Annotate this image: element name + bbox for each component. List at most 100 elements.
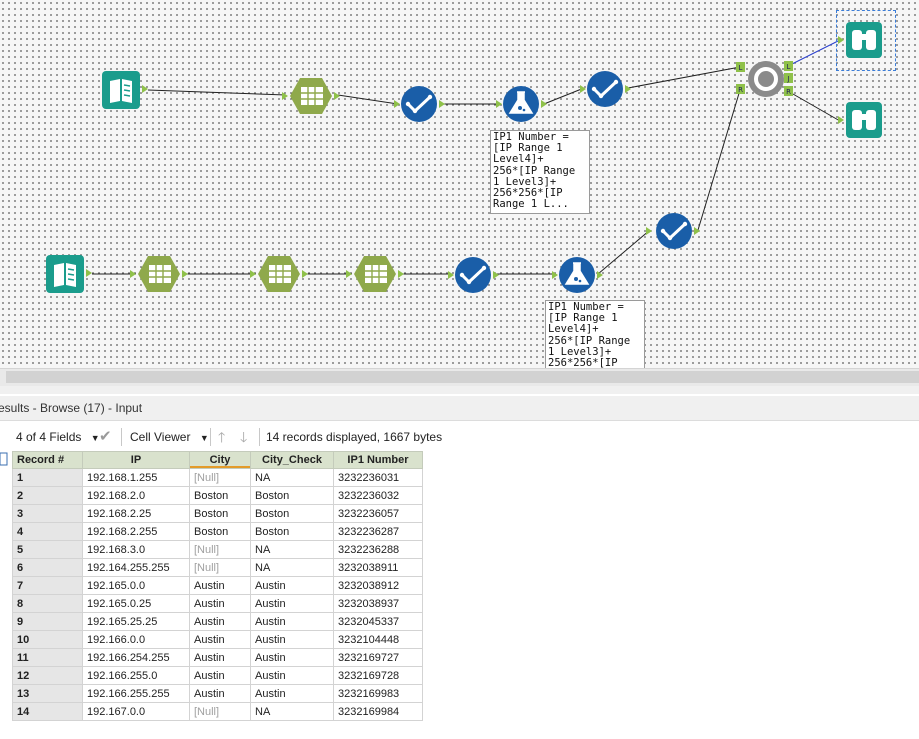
cell-ip[interactable]: 192.164.255.255 (82, 558, 190, 577)
cell-ip[interactable]: 192.166.254.255 (82, 648, 190, 667)
cell-ip[interactable]: 192.168.2.0 (82, 486, 190, 505)
cell-ip1-number[interactable]: 3232169727 (333, 648, 423, 667)
panel-divider[interactable] (0, 386, 919, 394)
cell-record[interactable]: 13 (12, 684, 83, 703)
column-header-ip[interactable]: IP (82, 451, 190, 469)
cell-city-check[interactable]: NA (250, 558, 334, 577)
table-row[interactable]: 8 192.165.0.25 Austin Austin 3232038937 (12, 594, 423, 613)
cell-ip1-number[interactable]: 3232038911 (333, 558, 423, 577)
canvas-horizontal-scrollbar[interactable] (0, 368, 919, 386)
cell-city[interactable]: [Null] (189, 702, 251, 721)
fields-selector[interactable]: 4 of 4 Fields ▼ (16, 428, 100, 446)
arrow-down-icon[interactable]: 🡓 (240, 428, 247, 446)
cell-ip[interactable]: 192.166.255.255 (82, 684, 190, 703)
table-row[interactable]: 1 192.168.1.255 [Null] NA 3232236031 (12, 468, 423, 487)
cell-city-check[interactable]: Austin (250, 648, 334, 667)
apply-check-icon[interactable]: ✔ (99, 428, 112, 446)
table-row[interactable]: 10 192.166.0.0 Austin Austin 3232104448 (12, 630, 423, 649)
cell-ip1-number[interactable]: 3232169728 (333, 666, 423, 685)
arrow-up-icon[interactable]: 🡑 (218, 428, 225, 446)
cell-city[interactable]: Boston (189, 522, 251, 541)
cell-city-check[interactable]: Austin (250, 576, 334, 595)
table-row[interactable]: 13 192.166.255.255 Austin Austin 3232169983 (12, 684, 423, 703)
workflow-canvas[interactable]: L R L J R IP1 Number = [IP Range 1 Level… (0, 0, 919, 368)
cell-city-check[interactable]: Boston (250, 522, 334, 541)
cell-record[interactable]: 5 (12, 540, 83, 559)
cell-city[interactable]: Austin (189, 666, 251, 685)
cell-record[interactable]: 12 (12, 666, 83, 685)
cell-ip1-number[interactable]: 3232104448 (333, 630, 423, 649)
table-row[interactable]: 14 192.167.0.0 [Null] NA 3232169984 (12, 702, 423, 721)
cell-city-check[interactable]: Austin (250, 594, 334, 613)
cell-city-check[interactable]: NA (250, 468, 334, 487)
cell-record[interactable]: 11 (12, 648, 83, 667)
cell-record[interactable]: 4 (12, 522, 83, 541)
column-header-ip1-number[interactable]: IP1 Number (333, 451, 423, 469)
cell-ip1-number[interactable]: 3232169983 (333, 684, 423, 703)
results-grid[interactable]: Record # IP City City_Check IP1 Number 1… (12, 451, 423, 721)
cell-city[interactable]: Austin (189, 576, 251, 595)
cell-city[interactable]: Boston (189, 486, 251, 505)
cell-record[interactable]: 9 (12, 612, 83, 631)
cell-ip1-number[interactable]: 3232038912 (333, 576, 423, 595)
table-row[interactable]: 9 192.165.25.25 Austin Austin 3232045337 (12, 612, 423, 631)
table-row[interactable]: 11 192.166.254.255 Austin Austin 3232169727 (12, 648, 423, 667)
table-row[interactable]: 12 192.166.255.0 Austin Austin 3232169728 (12, 666, 423, 685)
cell-ip[interactable]: 192.165.25.25 (82, 612, 190, 631)
cell-ip1-number[interactable]: 3232045337 (333, 612, 423, 631)
cell-ip[interactable]: 192.168.2.25 (82, 504, 190, 523)
table-row[interactable]: 5 192.168.3.0 [Null] NA 3232236288 (12, 540, 423, 559)
cell-city[interactable]: Boston (189, 504, 251, 523)
column-header-city-check[interactable]: City_Check (250, 451, 334, 469)
cell-record[interactable]: 14 (12, 702, 83, 721)
cell-record[interactable]: 6 (12, 558, 83, 577)
cell-ip[interactable]: 192.167.0.0 (82, 702, 190, 721)
cell-ip[interactable]: 192.168.3.0 (82, 540, 190, 559)
cell-city[interactable]: [Null] (189, 558, 251, 577)
cell-ip1-number[interactable]: 3232169984 (333, 702, 423, 721)
cell-city[interactable]: Austin (189, 684, 251, 703)
table-row[interactable]: 7 192.165.0.0 Austin Austin 3232038912 (12, 576, 423, 595)
cell-city[interactable]: Austin (189, 612, 251, 631)
cell-ip[interactable]: 192.165.0.0 (82, 576, 190, 595)
cell-city-check[interactable]: Austin (250, 684, 334, 703)
cell-record[interactable]: 8 (12, 594, 83, 613)
cell-city-check[interactable]: Boston (250, 486, 334, 505)
cell-city[interactable]: Austin (189, 648, 251, 667)
cell-city[interactable]: Austin (189, 594, 251, 613)
table-row[interactable]: 4 192.168.2.255 Boston Boston 3232236287 (12, 522, 423, 541)
cell-record[interactable]: 10 (12, 630, 83, 649)
cell-ip1-number[interactable]: 3232236287 (333, 522, 423, 541)
cell-city-check[interactable]: Austin (250, 612, 334, 631)
cell-ip[interactable]: 192.168.1.255 (82, 468, 190, 487)
cell-ip1-number[interactable]: 3232236031 (333, 468, 423, 487)
cell-record[interactable]: 1 (12, 468, 83, 487)
cell-city[interactable]: [Null] (189, 540, 251, 559)
svg-text:R: R (786, 88, 791, 96)
table-row[interactable]: 2 192.168.2.0 Boston Boston 3232236032 (12, 486, 423, 505)
cell-ip1-number[interactable]: 3232236288 (333, 540, 423, 559)
cell-ip1-number[interactable]: 3232236032 (333, 486, 423, 505)
column-header-city[interactable]: City (189, 451, 251, 469)
cell-ip[interactable]: 192.168.2.255 (82, 522, 190, 541)
cell-city[interactable]: [Null] (189, 468, 251, 487)
cell-ip[interactable]: 192.166.0.0 (82, 630, 190, 649)
table-row[interactable]: 3 192.168.2.25 Boston Boston 3232236057 (12, 504, 423, 523)
column-header-record[interactable]: Record # (12, 451, 83, 469)
cell-city-check[interactable]: NA (250, 540, 334, 559)
cell-record[interactable]: 7 (12, 576, 83, 595)
cell-ip[interactable]: 192.165.0.25 (82, 594, 190, 613)
cell-viewer-selector[interactable]: Cell Viewer ▼ (130, 428, 209, 446)
cell-city-check[interactable]: Boston (250, 504, 334, 523)
scrollbar-thumb[interactable] (6, 371, 919, 383)
cell-ip1-number[interactable]: 3232038937 (333, 594, 423, 613)
cell-record[interactable]: 3 (12, 504, 83, 523)
cell-record[interactable]: 2 (12, 486, 83, 505)
cell-ip[interactable]: 192.166.255.0 (82, 666, 190, 685)
cell-city-check[interactable]: Austin (250, 630, 334, 649)
cell-city[interactable]: Austin (189, 630, 251, 649)
cell-ip1-number[interactable]: 3232236057 (333, 504, 423, 523)
cell-city-check[interactable]: Austin (250, 666, 334, 685)
table-row[interactable]: 6 192.164.255.255 [Null] NA 3232038911 (12, 558, 423, 577)
cell-city-check[interactable]: NA (250, 702, 334, 721)
